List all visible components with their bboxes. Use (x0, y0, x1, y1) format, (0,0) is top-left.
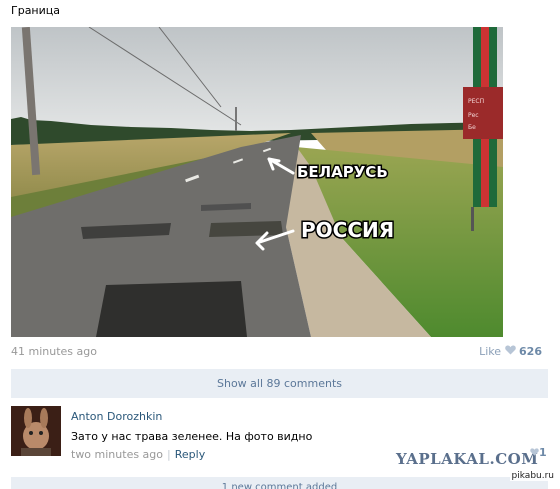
separator: | (167, 448, 171, 461)
heart-icon (530, 446, 539, 459)
show-all-comments-button[interactable]: Show all 89 comments (11, 369, 548, 398)
comment-time[interactable]: two minutes ago (71, 448, 163, 461)
post-photo[interactable]: РЕСП Рес Бе БЕЛАРУСЬ РОССИЯ (11, 27, 503, 337)
post-timestamp[interactable]: 41 minutes ago (11, 345, 97, 358)
label-belarus: БЕЛАРУСЬ (297, 163, 388, 181)
like-button[interactable]: Like 626 (479, 345, 542, 358)
reply-link[interactable]: Reply (175, 448, 205, 461)
sign-text-1: РЕСП (468, 98, 484, 105)
sign-text-2: Рес (468, 112, 479, 119)
comment-like-button[interactable]: 1 (530, 446, 547, 459)
comment-like-count: 1 (539, 446, 547, 459)
comment-meta: two minutes ago | Reply (71, 448, 205, 461)
avatar-image (11, 406, 61, 456)
post-text: Граница (11, 4, 61, 17)
avatar[interactable] (11, 406, 61, 456)
watermark: YAPLAKAL.COM (396, 450, 539, 468)
comment-text: Зато у нас трава зеленее. На фото видно (71, 430, 313, 443)
like-label: Like (479, 345, 502, 358)
label-russia: РОССИЯ (301, 218, 394, 242)
site-tag: pikabu.ru (509, 471, 556, 481)
new-comment-bar[interactable]: 1 new comment added (11, 477, 548, 489)
heart-icon (505, 345, 516, 358)
post-meta: 41 minutes ago Like 626 (11, 345, 542, 361)
comment-author[interactable]: Anton Dorozhkin (71, 410, 162, 423)
sign-text-3: Бе (468, 124, 476, 131)
road-border-photo: РЕСП Рес Бе БЕЛАРУСЬ РОССИЯ (11, 27, 503, 337)
like-count: 626 (519, 345, 542, 358)
